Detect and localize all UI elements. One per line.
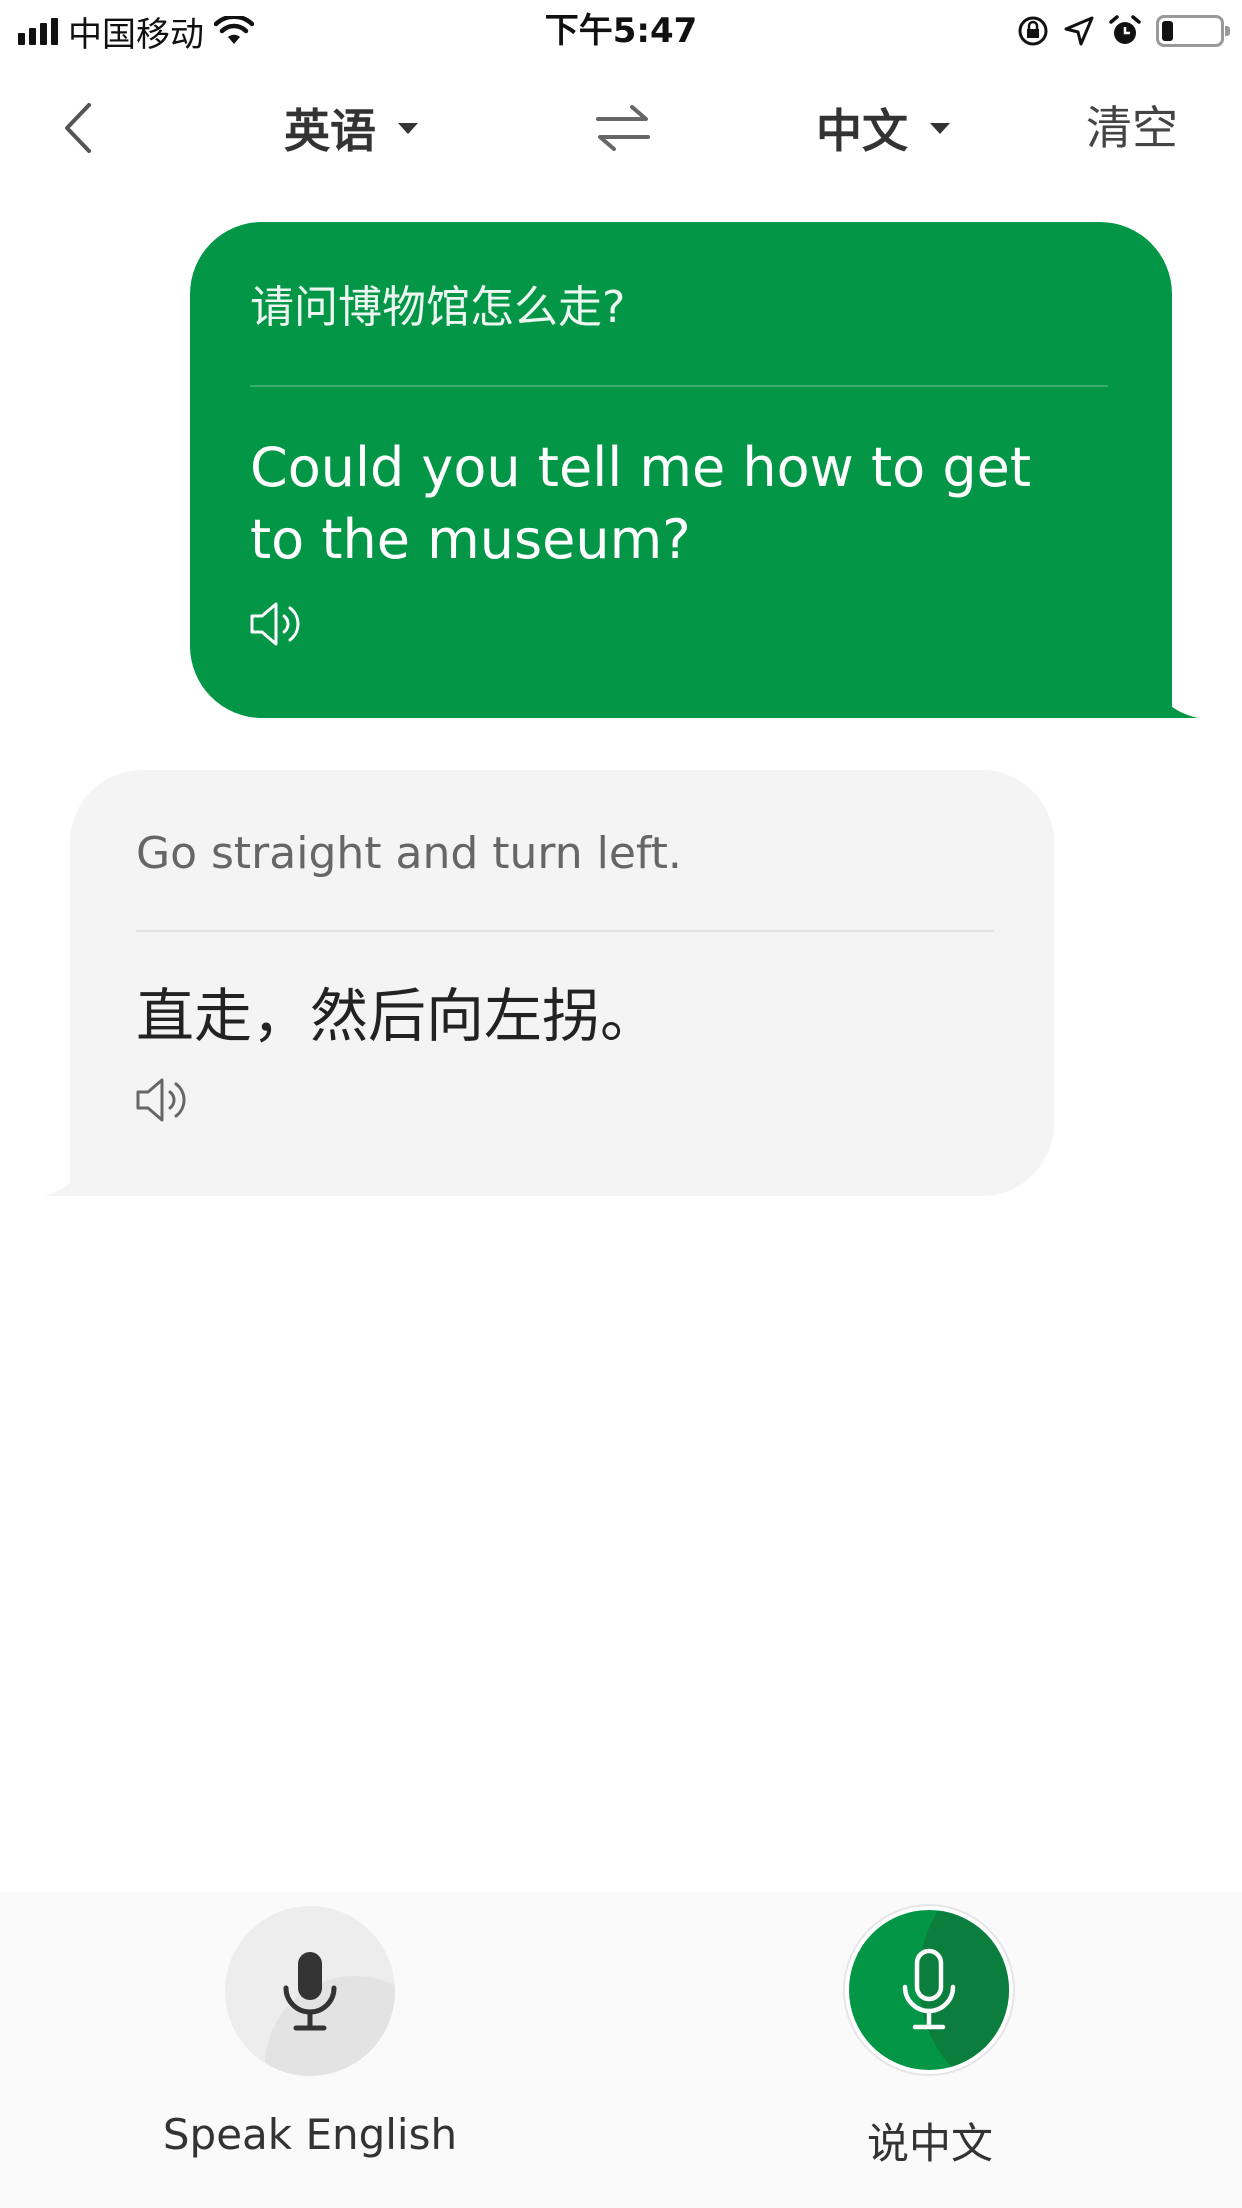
speak-chinese-button[interactable] <box>845 1906 1013 2074</box>
microphone-icon <box>902 1948 956 2030</box>
back-button[interactable] <box>48 96 108 160</box>
microphone-icon <box>283 1952 337 2031</box>
back-chevron-icon <box>65 103 91 153</box>
speak-english-button[interactable] <box>225 1906 395 2076</box>
status-bar: 中国移动 下午5:47 <box>0 0 1242 62</box>
battery-icon <box>1156 15 1230 47</box>
source-language-label: 英语 <box>284 104 376 158</box>
bubble-divider <box>250 385 1108 387</box>
swap-languages-button[interactable] <box>592 96 654 160</box>
status-right <box>1016 8 1230 54</box>
swap-arrows-icon <box>596 105 650 151</box>
voice-input-bar: Speak English 说中文 <box>0 1892 1242 2208</box>
speak-chinese-label[interactable]: 说中文 <box>750 2110 1110 2171</box>
target-language-selector[interactable]: 中文 <box>816 96 950 160</box>
translated-text: 直走，然后向左拐。 <box>136 982 659 1050</box>
speaker-icon[interactable] <box>248 596 308 652</box>
target-language-label: 中文 <box>816 104 908 158</box>
battery-level <box>1162 21 1173 41</box>
rotation-lock-icon <box>1018 16 1048 46</box>
translated-text: Could you tell me how to get to the muse… <box>250 436 1031 571</box>
source-text: 请问博物馆怎么走? <box>250 282 626 333</box>
source-language-selector[interactable]: 英语 <box>284 96 418 160</box>
speak-english-label[interactable]: Speak English <box>130 2110 490 2159</box>
user-message-bubble[interactable]: 请问博物馆怎么走? Could you tell me how to get t… <box>190 222 1172 718</box>
alarm-icon <box>1109 15 1141 44</box>
dropdown-caret-icon <box>930 122 950 134</box>
dropdown-caret-icon <box>398 122 418 134</box>
bubble-divider <box>136 930 994 932</box>
reply-message-bubble[interactable]: Go straight and turn left. 直走，然后向左拐。 <box>70 770 1054 1196</box>
clear-button[interactable]: 清空 <box>1086 96 1178 160</box>
nav-bar: 英语 中文 清空 <box>0 62 1242 194</box>
location-icon <box>1064 16 1094 46</box>
speaker-icon[interactable] <box>134 1072 194 1128</box>
source-text: Go straight and turn left. <box>136 828 682 879</box>
